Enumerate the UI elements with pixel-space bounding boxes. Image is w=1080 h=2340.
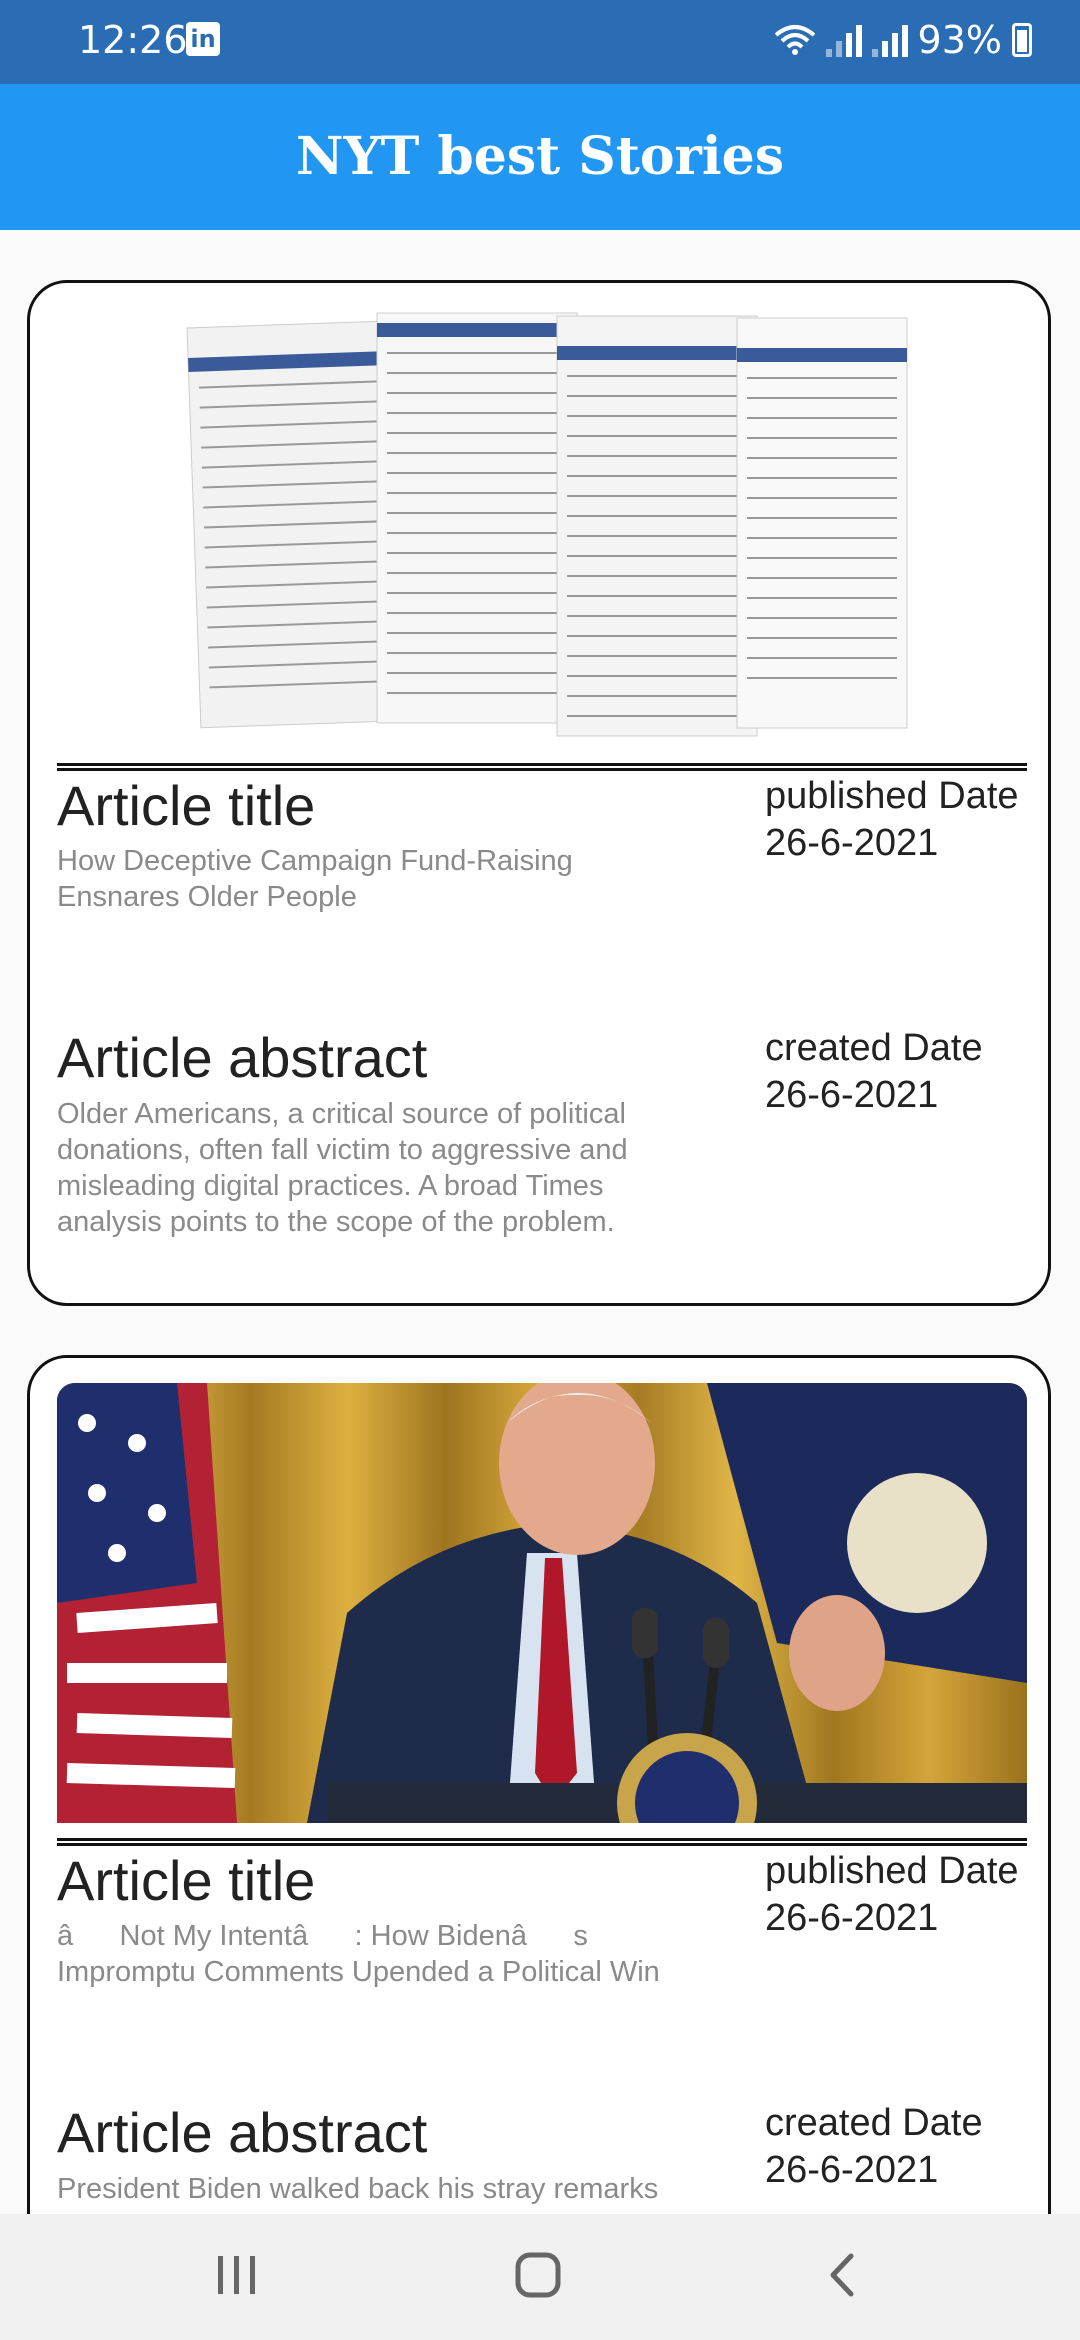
status-indicators: 93%	[774, 18, 1032, 62]
wifi-icon	[774, 25, 815, 55]
article-abstract: President Biden walked back his stray re…	[57, 2173, 659, 2205]
back-icon[interactable]	[815, 2250, 871, 2300]
created-date: 26-6-2021	[765, 2149, 939, 2191]
article-card[interactable]: Article title How Deceptive Campaign Fun…	[27, 280, 1051, 1306]
article-image	[57, 1383, 1027, 1823]
article-title: âNot My Intentâ: How Bidenâs Impro…	[57, 1920, 660, 1988]
home-icon[interactable]	[510, 2250, 566, 2300]
divider	[57, 763, 1027, 771]
signal-icon	[825, 23, 862, 57]
app-title: NYT best Stories	[295, 126, 785, 187]
battery-icon	[1012, 23, 1032, 57]
status-bar: 12:26 in 93%	[0, 0, 1080, 84]
status-time: 12:26	[78, 18, 188, 62]
published-date: 26-6-2021	[765, 822, 939, 864]
recent-apps-icon[interactable]	[210, 2250, 266, 2300]
linkedin-icon: in	[186, 22, 220, 56]
system-nav-bar	[0, 2214, 1080, 2340]
published-date: 26-6-2021	[765, 1897, 939, 1939]
published-date-block: published Date 26-6-2021	[765, 773, 1025, 867]
created-date: 26-6-2021	[765, 1074, 939, 1116]
published-date-label: published Date	[765, 1850, 1019, 1892]
published-date-label: published Date	[765, 775, 1019, 817]
article-title: How Deceptive Campaign Fund-Raising Ensn…	[57, 845, 573, 913]
divider	[57, 1838, 1027, 1846]
signal-icon-2	[871, 23, 908, 57]
battery-percent: 93%	[917, 18, 1002, 62]
article-title-label: Article title	[57, 774, 316, 837]
article-title-label: Article title	[57, 1849, 316, 1912]
created-date-block: created Date 26-6-2021	[765, 1025, 1025, 1119]
published-date-block: published Date 26-6-2021	[765, 1848, 1025, 1942]
article-abstract-label: Article abstract	[57, 1026, 428, 1089]
article-abstract-label: Article abstract	[57, 2101, 428, 2164]
article-abstract: Older Americans, a critical source of po…	[57, 1098, 628, 1238]
app-bar: NYT best Stories	[0, 84, 1080, 230]
created-date-label: created Date	[765, 1027, 983, 1069]
created-date-label: created Date	[765, 2102, 983, 2144]
article-list[interactable]: Article title How Deceptive Campaign Fun…	[0, 230, 1080, 2214]
article-image	[57, 308, 1027, 748]
article-card[interactable]: Article title âNot My Intentâ: How B…	[27, 1355, 1051, 2214]
created-date-block: created Date 26-6-2021	[765, 2100, 1025, 2194]
